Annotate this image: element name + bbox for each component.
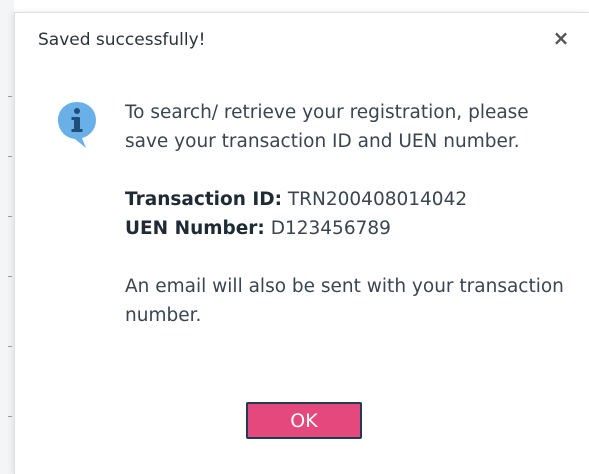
uen-number-row: UEN Number: D123456789	[125, 214, 565, 243]
background-tick	[8, 216, 12, 217]
dialog-header: Saved successfully! ×	[15, 13, 589, 69]
background-tick	[8, 156, 12, 157]
transaction-id-value: TRN200408014042	[287, 189, 468, 210]
info-icon	[58, 102, 96, 148]
dialog-content: To search/ retrieve your registration, p…	[125, 98, 565, 330]
transaction-id-label: Transaction ID:	[125, 189, 282, 210]
page: Saved successfully! × To search/ retriev…	[0, 0, 589, 474]
close-button[interactable]: ×	[550, 27, 572, 49]
background-tick	[8, 346, 12, 347]
close-icon: ×	[552, 26, 570, 50]
ok-button[interactable]: OK	[246, 402, 362, 439]
background-page-edge	[0, 0, 14, 474]
background-tick	[8, 416, 12, 417]
transaction-id-row: Transaction ID: TRN200408014042	[125, 185, 565, 214]
email-note-text: An email will also be sent with your tra…	[125, 276, 564, 326]
background-tick	[8, 276, 12, 277]
background-tick	[8, 96, 12, 97]
uen-number-value: D123456789	[270, 218, 391, 239]
dialog-title: Saved successfully!	[38, 30, 206, 50]
instruction-text: To search/ retrieve your registration, p…	[125, 102, 529, 152]
uen-number-label: UEN Number:	[125, 218, 265, 239]
saved-success-dialog: Saved successfully! × To search/ retriev…	[14, 12, 589, 474]
